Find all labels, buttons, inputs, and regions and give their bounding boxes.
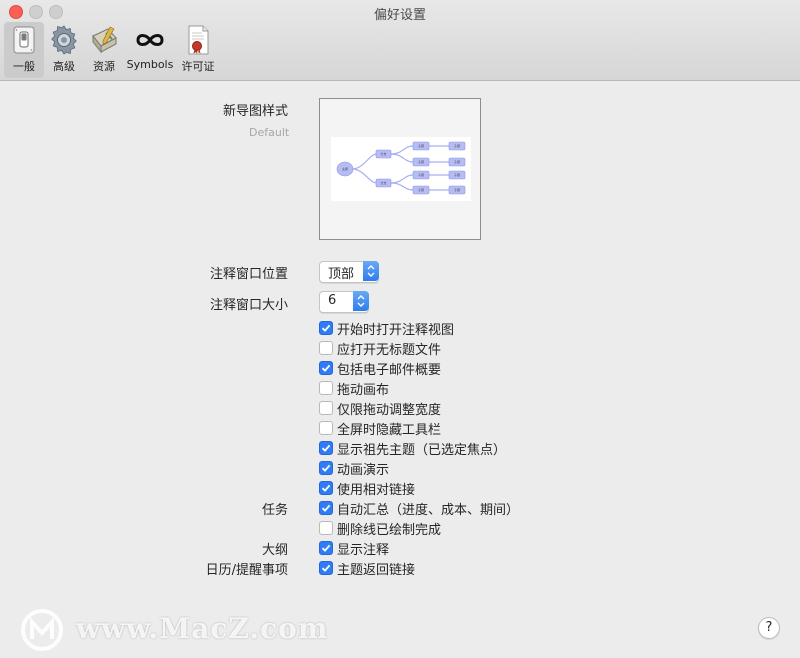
- gear-icon: [51, 25, 77, 55]
- note-position-select[interactable]: 顶部: [319, 261, 379, 283]
- note-size-select[interactable]: 6: [319, 291, 369, 313]
- checkmark-icon: [321, 504, 331, 512]
- map-sub-node: 子题: [418, 159, 424, 164]
- toolbar-tab-label: 资源: [93, 60, 115, 73]
- map-sub-node: 子题: [454, 159, 460, 164]
- checkmark-icon: [321, 544, 331, 552]
- checkmark-icon: [321, 484, 331, 492]
- checkbox-label: 显示祖先主题（已选定焦点）: [337, 443, 507, 458]
- checkbox[interactable]: [319, 541, 333, 555]
- tasks-label: 任务: [261, 503, 288, 518]
- map-style-value: Default: [249, 126, 290, 139]
- map-style-preview[interactable]: 主题 分支 分支 子题 子题 子题 子题 子题 子题 子题 子题: [319, 98, 481, 240]
- toolbar-tab-symbols[interactable]: Symbols: [125, 22, 175, 78]
- select-stepper: [363, 261, 379, 281]
- checkbox[interactable]: [319, 561, 333, 575]
- map-branch-node: 分支: [380, 151, 386, 156]
- checkbox[interactable]: [319, 521, 333, 535]
- checkbox[interactable]: [319, 381, 333, 395]
- switch-icon: [13, 26, 35, 54]
- note-size-value: 6: [328, 293, 337, 308]
- note-position-label: 注释窗口位置: [209, 267, 288, 282]
- checkbox[interactable]: [319, 341, 333, 355]
- checkbox-label: 应打开无标题文件: [337, 343, 442, 358]
- chevron-up-down-icon: [357, 295, 365, 307]
- map-style-label: 新导图样式: [222, 104, 288, 119]
- calendar-label: 日历/提醒事项: [205, 563, 288, 578]
- toolbar-tab-label: 一般: [13, 60, 35, 73]
- help-button[interactable]: ?: [758, 617, 780, 639]
- toolbar-tab-label: 许可证: [181, 60, 215, 73]
- checkmark-icon: [321, 564, 331, 572]
- toolbar-tab-resources[interactable]: 资源: [86, 22, 122, 78]
- map-branch-node: 分支: [380, 180, 386, 185]
- outline-label: 大纲: [261, 543, 288, 558]
- checkbox-label: 使用相对链接: [337, 483, 416, 498]
- license-icon: [188, 25, 209, 55]
- checkbox[interactable]: [319, 361, 333, 375]
- checkbox-label: 自动汇总（进度、成本、期间）: [337, 503, 520, 518]
- watermark-text: www.MacZ.com: [76, 612, 329, 645]
- macz-logo-icon: [21, 609, 63, 651]
- note-size-label: 注释窗口大小: [209, 298, 288, 313]
- map-root-node: 主题: [342, 166, 348, 171]
- checkbox[interactable]: [319, 421, 333, 435]
- toolbar-tab-license[interactable]: 许可证: [178, 22, 218, 78]
- preferences-window: 偏好设置 一般 高级 资源 Symbols 许可证 新导图样式 Default …: [0, 0, 800, 658]
- checkbox-label: 全屏时隐藏工具栏: [337, 423, 442, 438]
- checkbox[interactable]: [319, 461, 333, 475]
- resources-icon: [92, 26, 117, 54]
- infinity-icon: [136, 34, 164, 46]
- checkbox[interactable]: [319, 401, 333, 415]
- map-sub-node: 子题: [454, 172, 460, 177]
- toolbar-tab-label: 高级: [53, 60, 75, 73]
- checkbox[interactable]: [319, 321, 333, 335]
- checkbox[interactable]: [319, 501, 333, 515]
- checkmark-icon: [321, 364, 331, 372]
- select-stepper: [353, 291, 369, 311]
- checkbox-label: 包括电子邮件概要: [337, 363, 442, 378]
- map-sub-node: 子题: [454, 143, 460, 148]
- checkmark-icon: [321, 324, 331, 332]
- mind-map-thumbnail: 主题 分支 分支 子题 子题 子题 子题 子题 子题 子题 子题: [331, 137, 471, 201]
- title-bar: 偏好设置 一般 高级 资源 Symbols 许可证: [0, 0, 800, 81]
- map-sub-node: 子题: [418, 143, 424, 148]
- checkmark-icon: [321, 464, 331, 472]
- checkbox-label: 主题返回链接: [337, 563, 416, 578]
- chevron-up-down-icon: [367, 265, 375, 277]
- note-position-value: 顶部: [328, 267, 355, 282]
- checkmark-icon: [321, 444, 331, 452]
- checkbox-label: 仅限拖动调整宽度: [337, 403, 442, 418]
- checkbox[interactable]: [319, 441, 333, 455]
- watermark: www.MacZ.com: [20, 608, 380, 652]
- window-title: 偏好设置: [373, 8, 426, 23]
- checkbox-label: 开始时打开注释视图: [337, 323, 455, 338]
- map-sub-node: 子题: [454, 187, 460, 192]
- checkbox[interactable]: [319, 481, 333, 495]
- checkbox-label: 删除线已绘制完成: [337, 523, 442, 538]
- toolbar-tab-label: Symbols: [126, 58, 174, 71]
- map-sub-node: 子题: [418, 187, 424, 192]
- checkbox-label: 显示注释: [337, 543, 390, 558]
- checkbox-label: 拖动画布: [337, 383, 390, 398]
- map-sub-node: 子题: [418, 172, 424, 177]
- toolbar-tab-general[interactable]: 一般: [4, 22, 44, 78]
- toolbar-tab-advanced[interactable]: 高级: [46, 22, 82, 78]
- checkbox-label: 动画演示: [337, 463, 390, 478]
